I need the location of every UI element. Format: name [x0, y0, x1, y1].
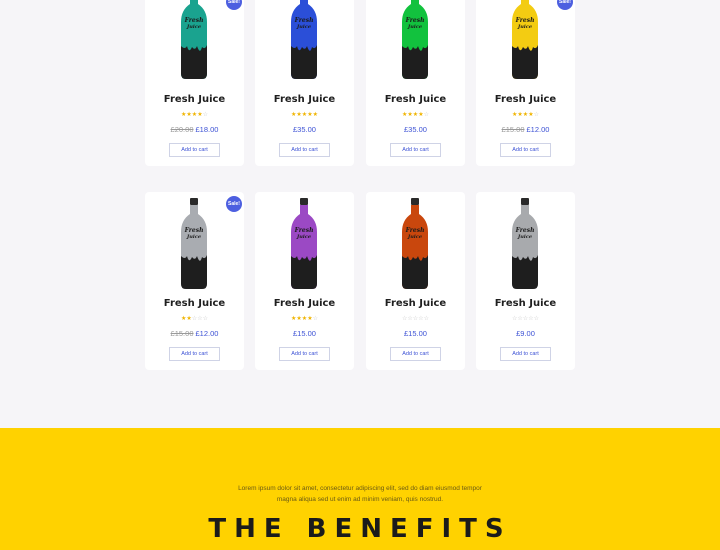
product-card[interactable]: Fresh Juice Fresh Juice ★★★★☆ £15.00 Add to c…	[255, 192, 354, 370]
old-price: £20.00	[170, 125, 194, 134]
product-price: £35.00	[366, 125, 465, 134]
product-price: £15.00 £12.00	[145, 329, 244, 338]
star-rating: ★★★★★	[255, 112, 354, 118]
product-title[interactable]: Fresh Juice	[476, 94, 575, 105]
product-image[interactable]: Fresh Juice	[476, 192, 575, 289]
current-price: £12.00	[526, 125, 550, 134]
product-card[interactable]: Fresh Juice Sale! Fresh Juice ★★★★☆ £15.00 £12…	[476, 0, 575, 166]
product-card[interactable]: Fresh Juice Fresh Juice ☆☆☆☆☆ £15.00 Add to c…	[366, 192, 465, 370]
juice-bottle-image	[181, 0, 207, 79]
product-title[interactable]: Fresh Juice	[145, 298, 244, 309]
product-title[interactable]: Fresh Juice	[476, 298, 575, 309]
product-title[interactable]: Fresh Juice	[366, 94, 465, 105]
current-price: £35.00	[293, 125, 316, 134]
star-rating: ☆☆☆☆☆	[476, 316, 575, 322]
bottle-label: Fresh Juice	[510, 18, 540, 31]
star-rating: ★★★★☆	[366, 112, 465, 118]
current-price: £15.00	[293, 329, 316, 338]
product-card[interactable]: Fresh Juice Fresh Juice ★★★★★ £35.00 Add to c…	[255, 0, 354, 166]
juice-bottle-image	[181, 198, 207, 289]
product-card[interactable]: Fresh Juice Sale! Fresh Juice ★★★★☆ £20.00 £18…	[145, 0, 244, 166]
star-icon: ☆	[202, 316, 208, 322]
bottle-label: Fresh Juice	[179, 228, 209, 241]
product-price: £15.00	[366, 329, 465, 338]
juice-bottle-image	[512, 0, 538, 79]
add-to-cart-button[interactable]: Add to cart	[390, 347, 441, 361]
star-icon: ☆	[312, 316, 318, 322]
old-price: £15.00	[170, 329, 194, 338]
add-to-cart-button[interactable]: Add to cart	[169, 347, 220, 361]
star-rating: ★★☆☆☆	[145, 316, 244, 322]
bottle-label: Fresh Juice	[400, 228, 430, 241]
juice-bottle-image	[512, 198, 538, 289]
bottle-label-bottom: Juice	[186, 234, 202, 240]
product-title[interactable]: Fresh Juice	[145, 94, 244, 105]
product-price: £35.00	[255, 125, 354, 134]
product-image[interactable]: Fresh Juice	[366, 192, 465, 289]
bottle-label-bottom: Juice	[296, 24, 312, 30]
juice-bottle-image	[402, 198, 428, 289]
add-to-cart-button[interactable]: Add to cart	[169, 143, 220, 157]
product-image[interactable]: Fresh Juice	[255, 0, 354, 86]
star-rating: ★★★★☆	[476, 112, 575, 118]
product-price: £20.00 £18.00	[145, 125, 244, 134]
juice-bottle-image	[291, 0, 317, 79]
current-price: £18.00	[195, 125, 219, 134]
product-title[interactable]: Fresh Juice	[255, 94, 354, 105]
juice-bottle-image	[402, 0, 428, 79]
product-grid: Fresh Juice Sale! Fresh Juice ★★★★☆ £20.00 £18…	[0, 0, 720, 428]
star-rating: ★★★★☆	[255, 316, 354, 322]
star-rating: ☆☆☆☆☆	[366, 316, 465, 322]
bottle-label: Fresh Juice	[289, 18, 319, 31]
star-icon: ☆	[533, 112, 539, 118]
product-price: £15.00 £12.00	[476, 125, 575, 134]
old-price: £15.00	[501, 125, 525, 134]
product-price: £9.00	[476, 329, 575, 338]
add-to-cart-button[interactable]: Add to cart	[500, 143, 551, 157]
product-title[interactable]: Fresh Juice	[255, 298, 354, 309]
benefits-section: Lorem ipsum dolor sit amet, consectetur …	[0, 428, 720, 550]
juice-bottle-image	[291, 198, 317, 289]
current-price: £15.00	[404, 329, 427, 338]
bottle-label-bottom: Juice	[296, 234, 312, 240]
benefits-description: Lorem ipsum dolor sit amet, consectetur …	[238, 485, 482, 503]
star-icon: ☆	[533, 316, 539, 322]
star-icon: ★	[312, 112, 318, 118]
bottle-label: Fresh Juice	[179, 18, 209, 31]
product-price: £15.00	[255, 329, 354, 338]
star-icon: ☆	[423, 112, 429, 118]
product-image[interactable]: Fresh Juice	[145, 0, 244, 86]
bottle-label-bottom: Juice	[186, 24, 202, 30]
star-icon: ☆	[202, 112, 208, 118]
add-to-cart-button[interactable]: Add to cart	[390, 143, 441, 157]
bottle-label: Fresh Juice	[510, 228, 540, 241]
current-price: £9.00	[516, 329, 535, 338]
bottle-label-bottom: Juice	[407, 234, 423, 240]
product-image[interactable]: Fresh Juice	[366, 0, 465, 86]
product-card[interactable]: Fresh Juice Fresh Juice ★★★★☆ £35.00 Add to c…	[366, 0, 465, 166]
product-title[interactable]: Fresh Juice	[366, 298, 465, 309]
add-to-cart-button[interactable]: Add to cart	[279, 347, 330, 361]
bottle-label-bottom: Juice	[407, 24, 423, 30]
current-price: £35.00	[404, 125, 427, 134]
current-price: £12.00	[195, 329, 219, 338]
star-icon: ☆	[423, 316, 429, 322]
product-card[interactable]: Fresh Juice Fresh Juice ☆☆☆☆☆ £9.00 Add to ca…	[476, 192, 575, 370]
star-rating: ★★★★☆	[145, 112, 244, 118]
add-to-cart-button[interactable]: Add to cart	[279, 143, 330, 157]
bottle-label: Fresh Juice	[289, 228, 319, 241]
bottle-label: Fresh Juice	[400, 18, 430, 31]
sale-badge: Sale!	[226, 196, 242, 212]
benefits-heading: THE BENEFITS	[208, 514, 512, 544]
product-image[interactable]: Fresh Juice	[476, 0, 575, 86]
add-to-cart-button[interactable]: Add to cart	[500, 347, 551, 361]
bottle-label-bottom: Juice	[517, 24, 533, 30]
bottle-label-bottom: Juice	[517, 234, 533, 240]
product-card[interactable]: Fresh Juice Sale! Fresh Juice ★★☆☆☆ £15.00 £12…	[145, 192, 244, 370]
product-image[interactable]: Fresh Juice	[255, 192, 354, 289]
